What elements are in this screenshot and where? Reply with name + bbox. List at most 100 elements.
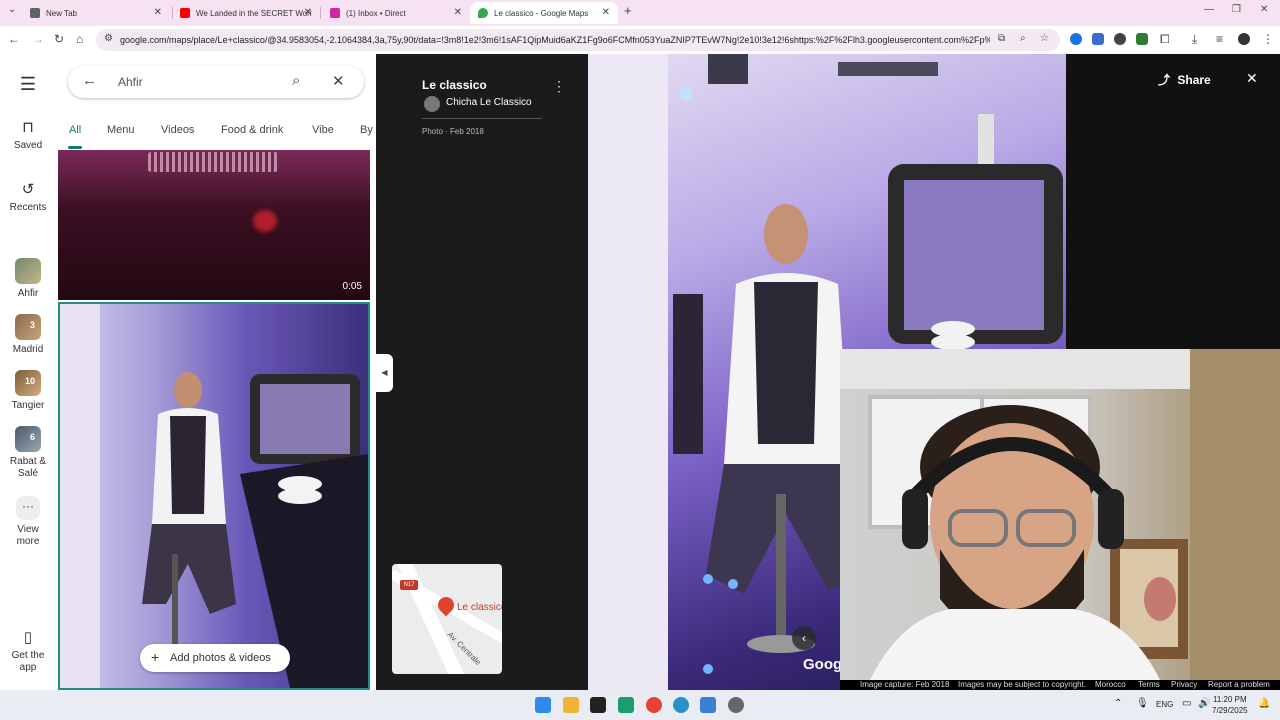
google-logo: Goog [803,656,843,673]
tab-by-owner[interactable]: By [360,124,373,136]
forward-icon[interactable]: → [32,32,44,46]
report-problem-link[interactable]: Report a problem [1208,680,1270,689]
menu-button[interactable]: ☰ [0,74,56,99]
clear-search-icon[interactable]: ✕ [332,72,345,90]
close-tab-icon[interactable]: ✕ [602,7,610,18]
selected-photo-thumbnail[interactable] [58,302,370,690]
video-thumbnail[interactable]: 0:05 [58,150,370,300]
file-explorer-icon[interactable] [563,697,579,713]
phone-icon: ▯ [23,629,33,646]
tab-food-drink[interactable]: Food & drink [221,124,283,136]
rail-recents[interactable]: ↺ Recents [0,180,56,213]
back-arrow-icon[interactable]: ← [82,72,97,89]
tab-search-icon[interactable]: ⌄ [8,4,16,15]
browser-menu-icon[interactable]: ⋮ [1262,32,1274,46]
history-icon: ↺ [21,181,35,198]
tray-overflow-icon[interactable]: ⌃ [1114,698,1122,709]
network-icon[interactable]: ▭ [1182,698,1191,709]
add-photos-videos-button[interactable]: + Add photos & videos [140,644,290,672]
photo-date: Photo · Feb 2018 [422,127,484,136]
rail-place-madrid[interactable]: 3 Madrid [0,314,56,355]
terms-link[interactable]: Terms [1138,680,1160,689]
language-indicator[interactable]: ENG [1156,700,1173,709]
place-thumbnail: 3 [15,314,41,340]
search-input[interactable]: Ahfir [118,75,143,89]
reload-icon[interactable]: ↻ [54,32,64,46]
media-control-icon[interactable]: ≡ [1216,32,1223,46]
address-bar[interactable]: ⚙ google.com/maps/place/Le+classico/@34.… [96,29,1060,51]
tab-new-tab[interactable]: New Tab ✕ [22,2,170,24]
tab-instagram[interactable]: (1) Inbox • Direct ✕ [322,2,470,24]
tab-videos[interactable]: Videos [161,124,194,136]
share-button[interactable]: ⤴ Share [1158,71,1211,88]
country-link[interactable]: Morocco [1095,680,1126,689]
notification-bell-icon[interactable]: 🔔 [1258,698,1270,709]
bookmark-star-icon[interactable]: ☆ [1040,33,1049,44]
volume-icon[interactable]: 🔊 [1198,698,1210,709]
rail-label: Recents [9,202,47,213]
privacy-link[interactable]: Privacy [1171,680,1197,689]
minimize-icon[interactable]: — [1204,4,1214,15]
extension-icon[interactable] [1136,33,1148,45]
photo-category-tabs: All Menu Videos Food & drink Vibe By [56,120,376,146]
tab-google-maps[interactable]: Le classico - Google Maps ✕ [470,2,618,24]
edge-icon[interactable] [673,697,689,713]
rail-label: Get the app [11,650,45,673]
url-text[interactable]: google.com/maps/place/Le+classico/@34.95… [120,35,990,45]
extension-icon[interactable] [1114,33,1126,45]
author-avatar[interactable] [424,96,440,112]
rail-place-ahfir[interactable]: Ahfir [0,258,56,299]
app-icon[interactable] [618,697,634,713]
close-tab-icon[interactable]: ✕ [454,7,462,18]
image-capture-date: Image capture: Feb 2018 [860,680,950,689]
install-app-icon[interactable]: ⧉ [998,33,1005,44]
extension-icon[interactable] [1092,33,1104,45]
close-tab-icon[interactable]: ✕ [304,7,312,18]
tab-title: Le classico - Google Maps [494,8,589,18]
calculator-icon[interactable] [700,697,716,713]
rail-label: Saved [13,140,43,151]
system-clock[interactable]: 11:20 PM 7/29/2025 [1212,694,1248,716]
rail-get-app[interactable]: ▯ Get the app [0,628,56,674]
microphone-icon[interactable]: 🎙 [1136,698,1149,709]
collapse-panel-button[interactable]: ◀ [376,354,393,392]
rail-place-rabat[interactable]: 6 Rabat & Salé [0,426,56,480]
bookmark-icon: ⊓ [22,119,34,136]
back-icon[interactable]: ← [8,32,20,46]
mini-map[interactable]: N17 Le classico Av. Centrale [392,564,502,674]
zoom-icon[interactable]: ⌕ [1020,33,1026,44]
search-box[interactable]: ← Ahfir ⌕ ✕ [68,66,364,98]
previous-photo-chevron-icon[interactable]: ‹ [792,626,816,650]
window-close-icon[interactable]: ✕ [1260,4,1268,15]
extension-icon[interactable] [1070,33,1082,45]
rail-view-more[interactable]: ··· View more [0,496,56,548]
terminal-icon[interactable] [590,697,606,713]
tab-vibe[interactable]: Vibe [312,124,334,136]
download-icon[interactable]: ⤓ [1192,32,1197,47]
rail-place-tangier[interactable]: 10 Tangier [0,370,56,411]
chrome-icon[interactable] [646,697,662,713]
close-tab-icon[interactable]: ✕ [154,7,162,18]
share-label: Share [1177,73,1211,87]
tab-youtube[interactable]: We Landed in the SECRET Worl ✕ [172,2,320,24]
start-windows-icon[interactable] [535,697,551,713]
photo-author[interactable]: Chicha Le Classico [446,97,532,108]
tab-menu[interactable]: Menu [107,124,135,136]
new-tab-button[interactable]: + [624,3,632,18]
close-viewer-icon[interactable]: ✕ [1246,70,1258,87]
more-options-icon[interactable]: ⋮ [552,78,566,95]
viewer-dark-area [1066,54,1280,349]
site-info-icon[interactable]: ⚙ [104,33,113,44]
profile-avatar[interactable] [1238,33,1250,45]
search-icon[interactable]: ⌕ [292,72,300,89]
home-icon[interactable]: ⌂ [76,32,83,46]
restore-icon[interactable]: ❐ [1232,4,1241,15]
settings-gear-icon[interactable] [728,697,744,713]
place-count: 3 [29,320,35,330]
rail-saved[interactable]: ⊓ Saved [0,118,56,151]
extensions-puzzle-icon[interactable]: ⧠ [1160,32,1170,47]
tab-all[interactable]: All [69,124,81,136]
place-thumbnail: 10 [15,370,41,396]
place-name[interactable]: Le classico [422,78,487,92]
place-thumbnail: 6 [15,426,41,452]
